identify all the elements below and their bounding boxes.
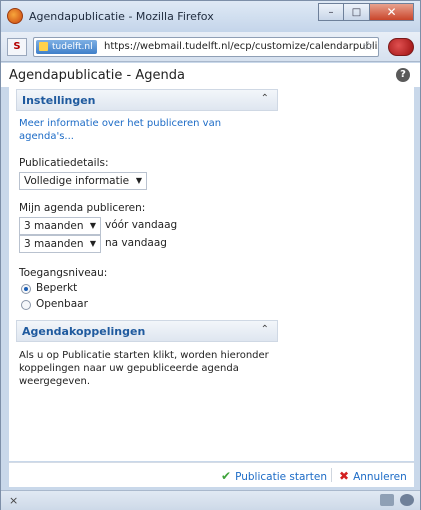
chevron-down-icon: ▼ [89, 239, 96, 248]
cancel-label: Annuleren [353, 471, 407, 483]
start-publishing-label: Publicatie starten [235, 471, 327, 483]
navigation-bar: S tudelft.nl https://webmail.tudelft.nl/… [1, 32, 420, 62]
before-range-select[interactable]: 3 maanden ▼ [19, 217, 101, 235]
radio-beperkt[interactable] [21, 284, 31, 294]
resize-grip-icon[interactable] [400, 494, 414, 506]
site-identity-badge[interactable]: tudelft.nl [36, 40, 97, 54]
window-title: Agendapublicatie - Mozilla Firefox [29, 10, 214, 23]
status-close-icon[interactable]: × [9, 494, 18, 507]
chevron-down-icon: ▼ [89, 221, 96, 230]
addon-icon[interactable] [388, 38, 414, 56]
footer-bar: ✔ Publicatie starten ✖ Annuleren [9, 463, 414, 487]
status-icons [380, 494, 414, 506]
settings-section-title: Instellingen [22, 94, 96, 107]
url-text[interactable]: https://webmail.tudelft.nl/ecp/customize… [104, 41, 378, 52]
start-publishing-button[interactable]: ✔ Publicatie starten [221, 469, 327, 483]
close-button[interactable]: ✕ [370, 3, 414, 21]
details-label: Publicatiedetails: [19, 157, 109, 169]
settings-section-header[interactable]: Instellingen ⌃ [16, 89, 278, 111]
radio-openbaar-label[interactable]: Openbaar [36, 298, 88, 310]
chevron-down-icon: ▼ [135, 176, 142, 185]
page-title: Agendapublicatie - Agenda [9, 68, 185, 83]
radio-openbaar[interactable] [21, 300, 31, 310]
maximize-button[interactable]: □ [344, 3, 370, 21]
site-favicon-icon: S [7, 38, 27, 56]
radio-beperkt-label[interactable]: Beperkt [36, 282, 77, 294]
bookmark-star-icon[interactable]: ☆ [362, 39, 374, 54]
collapse-icon[interactable]: ⌃ [261, 93, 269, 104]
title-bar: Agendapublicatie - Mozilla Firefox – □ ✕ [1, 1, 420, 32]
cancel-x-icon: ✖ [339, 469, 350, 483]
status-bar: × [1, 490, 420, 510]
window-controls: – □ ✕ [318, 3, 414, 21]
after-range-select[interactable]: 3 maanden ▼ [19, 235, 101, 253]
help-icon[interactable]: ? [396, 68, 410, 82]
after-range-value: 3 maanden [24, 238, 84, 250]
details-select[interactable]: Volledige informatie ▼ [19, 172, 147, 190]
minimize-button[interactable]: – [318, 3, 344, 21]
page-header: Agendapublicatie - Agenda ? [1, 63, 420, 87]
cancel-button[interactable]: ✖ Annuleren [339, 469, 407, 483]
url-bar[interactable]: tudelft.nl https://webmail.tudelft.nl/ec… [33, 37, 379, 57]
addon-bar-icon[interactable] [380, 494, 394, 506]
links-section-header[interactable]: Agendakoppelingen ⌃ [16, 320, 278, 342]
before-range-value: 3 maanden [24, 220, 84, 232]
firefox-logo-icon [7, 8, 23, 24]
access-label: Toegangsniveau: [19, 267, 108, 279]
main-content: Instellingen ⌃ Meer informatie over het … [9, 87, 414, 461]
footer-separator [331, 468, 332, 482]
collapse-icon[interactable]: ⌃ [261, 324, 269, 335]
links-section-title: Agendakoppelingen [22, 325, 146, 338]
browser-window: Agendapublicatie - Mozilla Firefox – □ ✕… [0, 0, 421, 510]
publish-label: Mijn agenda publiceren: [19, 202, 146, 214]
after-suffix: na vandaag [105, 237, 167, 249]
links-description: Als u op Publicatie starten klikt, worde… [19, 350, 269, 387]
before-suffix: vóór vandaag [105, 219, 178, 231]
publish-info-link[interactable]: Meer informatie over het publiceren van … [19, 117, 249, 143]
check-icon: ✔ [221, 469, 232, 483]
details-select-value: Volledige informatie [24, 175, 130, 187]
